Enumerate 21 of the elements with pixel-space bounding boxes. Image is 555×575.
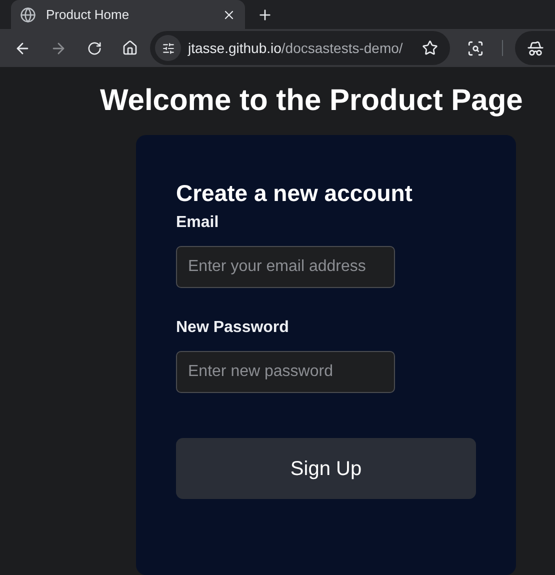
form-title: Create a new account <box>176 179 414 207</box>
field-label: Email <box>176 213 220 233</box>
field-label: New Password <box>176 318 290 338</box>
incognito-button[interactable] <box>515 31 555 65</box>
reload-icon[interactable] <box>87 40 102 56</box>
incognito-icon <box>527 40 544 56</box>
url-text: jtasse.github.io/docsastests-demo/ <box>188 38 404 58</box>
site-settings-icon[interactable] <box>155 35 181 61</box>
page-heading: Welcome to the Product Page <box>100 83 524 119</box>
sliders-icon <box>162 42 174 54</box>
sign-up-button[interactable]: Sign Up <box>176 438 476 499</box>
browser-tab[interactable]: Product Home <box>11 0 245 29</box>
address-bar[interactable]: jtasse.github.io/docsastests-demo/ <box>150 31 450 65</box>
input-field[interactable]: Enter new password <box>176 351 395 393</box>
tab-title: Product Home <box>46 6 130 24</box>
globe-icon <box>20 6 36 22</box>
star-icon[interactable] <box>422 40 438 56</box>
home-icon[interactable] <box>122 40 138 56</box>
lens-icon[interactable] <box>467 40 484 56</box>
new-tab-icon[interactable] <box>257 6 273 22</box>
input-field[interactable]: Enter your email address <box>176 246 395 288</box>
